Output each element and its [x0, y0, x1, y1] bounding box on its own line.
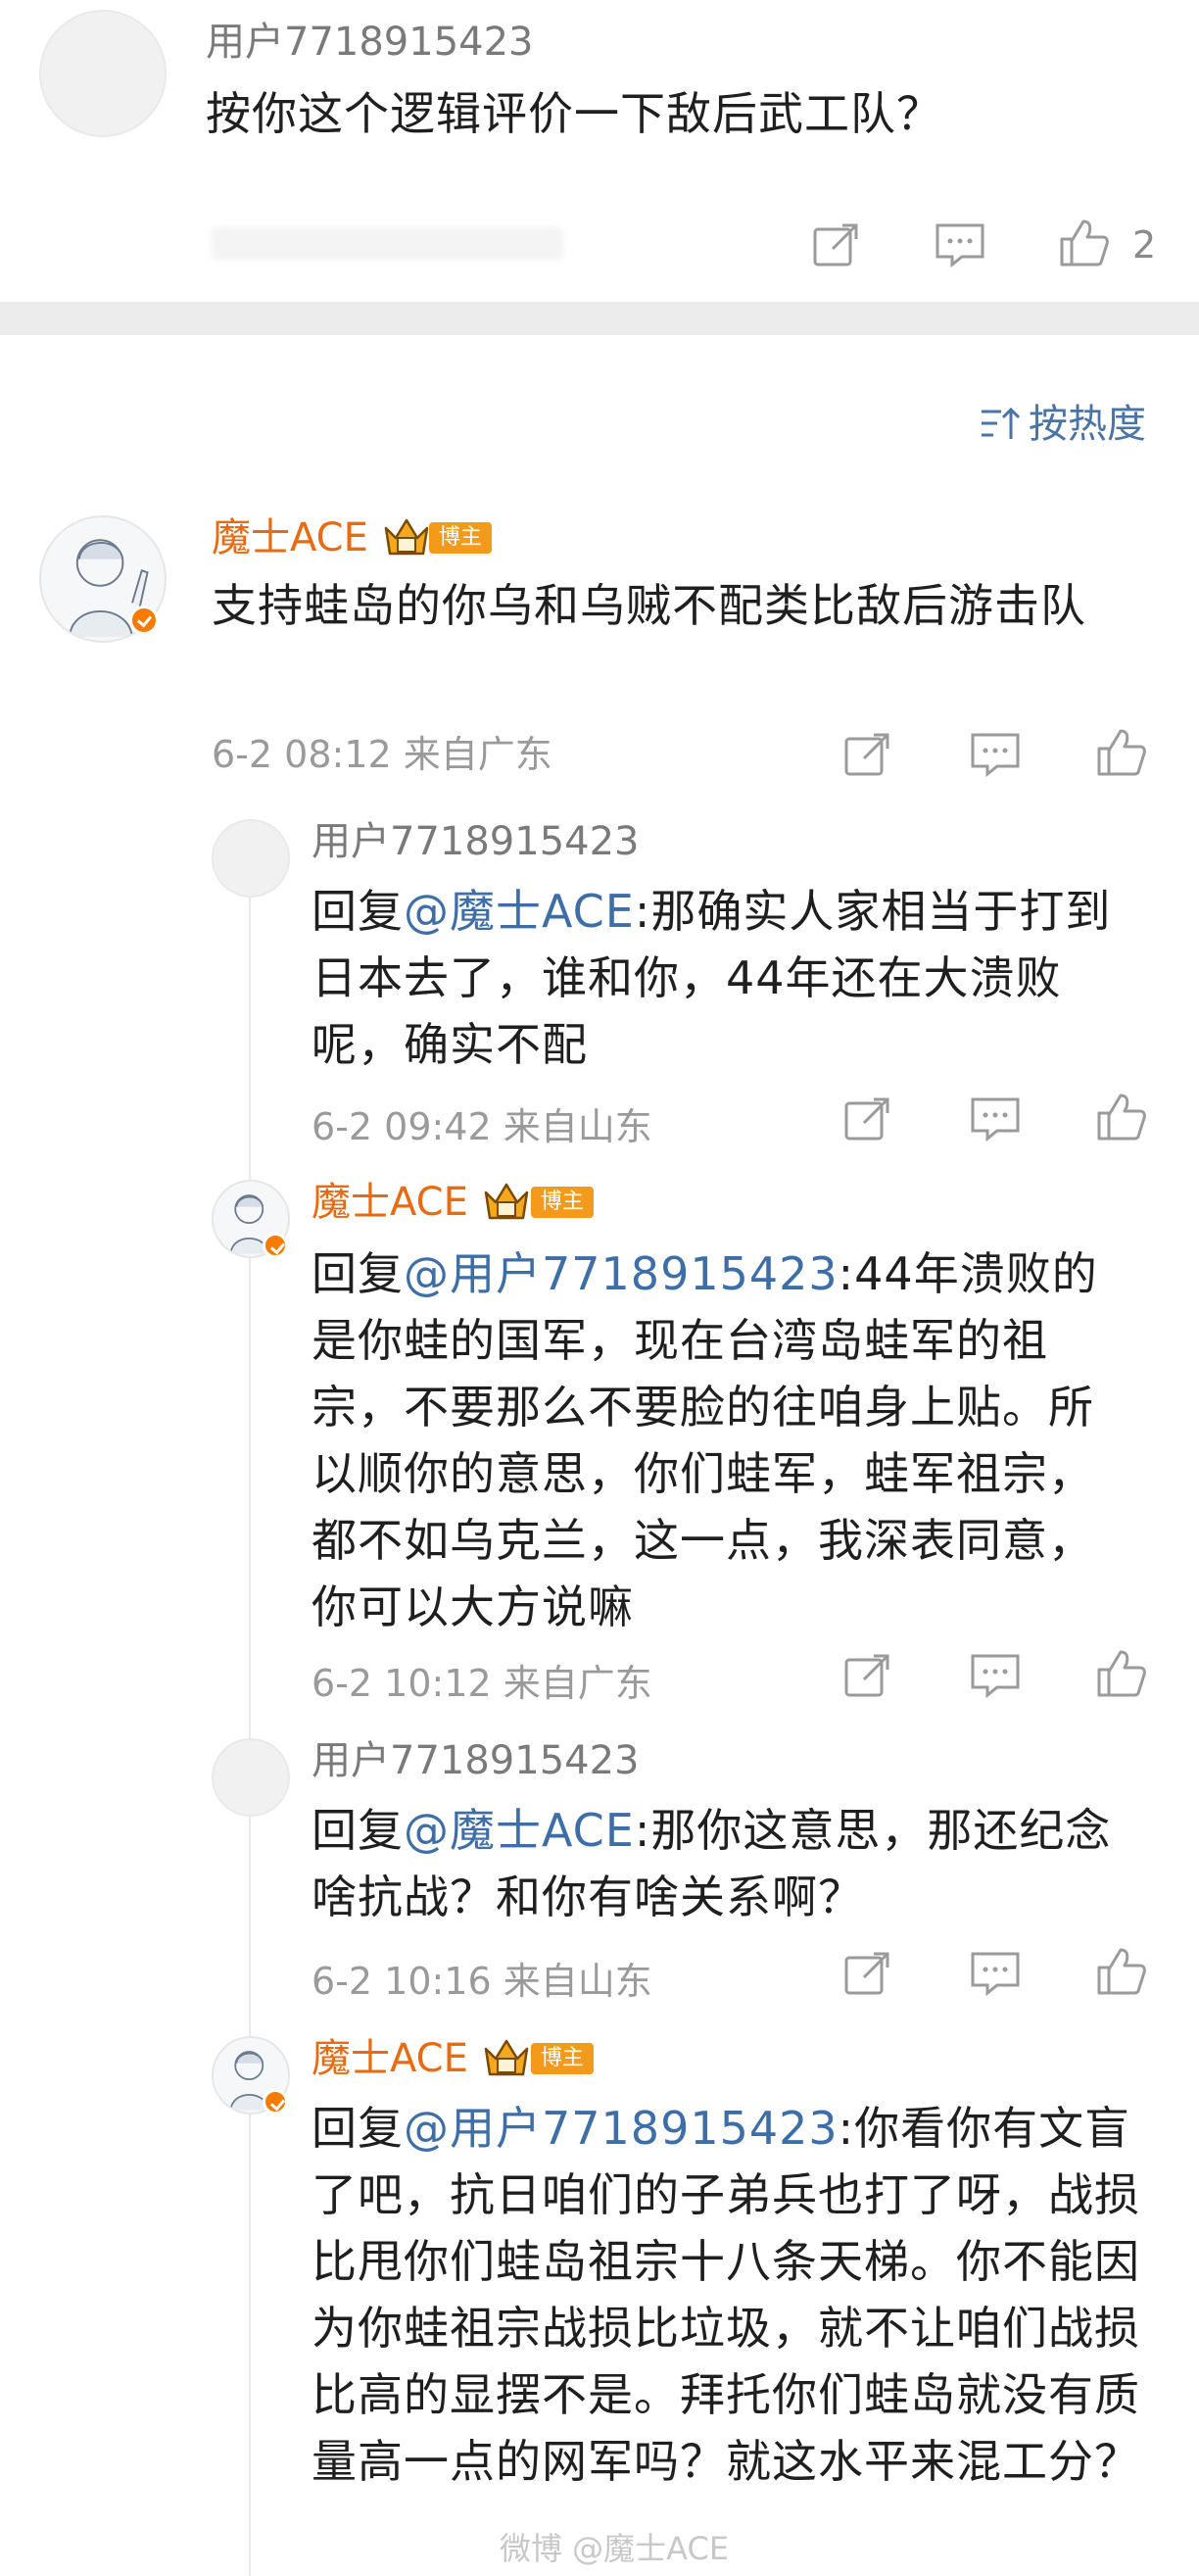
section-divider: [0, 302, 1199, 335]
like-icon[interactable]: [1056, 216, 1111, 270]
like-count: 2: [1132, 223, 1157, 267]
comment-icon[interactable]: [968, 1092, 1023, 1146]
like-icon[interactable]: [1093, 1090, 1148, 1144]
comment-header: 魔士ACE 博主: [212, 515, 492, 560]
reply-username[interactable]: 用户7718915423: [312, 819, 640, 864]
reply-header: 魔士ACE 博主: [312, 1180, 594, 1225]
reply-meta: 6-2 10:16 来自山东: [312, 1960, 652, 2003]
comment-text: 按你这个逻辑评价一下敌后武工队？: [206, 87, 942, 140]
share-icon[interactable]: [840, 1092, 895, 1146]
blogger-badge: 博主: [428, 522, 492, 554]
sort-by-heat-button[interactable]: 按热度: [980, 400, 1146, 449]
reply-header: 魔士ACE 博主: [312, 2036, 594, 2081]
sort-label: 按热度: [1029, 402, 1146, 447]
avatar[interactable]: [212, 819, 290, 898]
reply-username[interactable]: 用户7718915423: [312, 1738, 640, 1783]
comment-username[interactable]: 魔士ACE: [212, 515, 368, 560]
avatar[interactable]: [212, 1738, 290, 1817]
blurred-meta: [211, 227, 563, 261]
reply-meta: 6-2 09:42 来自山东: [312, 1105, 652, 1148]
mention-link[interactable]: @魔士ACE: [404, 885, 635, 938]
mention-link[interactable]: @用户7718915423: [404, 1247, 839, 1300]
share-icon[interactable]: [809, 218, 864, 272]
reply-username[interactable]: 魔士ACE: [312, 2036, 468, 2081]
share-icon[interactable]: [840, 727, 895, 782]
mention-link[interactable]: @魔士ACE: [404, 1804, 635, 1857]
share-icon[interactable]: [840, 1648, 895, 1703]
comment-icon[interactable]: [968, 1648, 1023, 1703]
like-icon[interactable]: [1093, 1646, 1148, 1701]
verified-badge-icon: [263, 2089, 288, 2114]
comment-icon[interactable]: [968, 727, 1023, 782]
reply-text: 回复@魔士ACE:那确实人家相当于打到日本去了，谁和你，44年还在大溃败呢，确实…: [312, 885, 1112, 1071]
like-icon[interactable]: [1093, 725, 1148, 780]
blogger-badge: 博主: [530, 1187, 594, 1218]
sort-icon: [980, 404, 1021, 445]
verified-badge-icon: [129, 606, 159, 635]
comment-meta: 6-2 08:12 来自广东: [212, 733, 552, 776]
reply-text: 回复@用户7718915423:你看你有文盲了吧，抗日咱们的子弟兵也打了呀，战损…: [312, 2102, 1140, 2488]
watermark: 微博 @魔士ACE: [500, 2530, 730, 2567]
crown-icon: [482, 2037, 531, 2080]
avatar[interactable]: [39, 10, 167, 137]
reply-username[interactable]: 魔士ACE: [312, 1180, 468, 1225]
comment-text: 支持蛙岛的你乌和乌贼不配类比敌后游击队: [212, 579, 1086, 632]
like-icon[interactable]: [1093, 1944, 1148, 1999]
comment-icon[interactable]: [968, 1946, 1023, 2001]
thread-line: [249, 819, 251, 2576]
share-icon[interactable]: [840, 1946, 895, 2001]
blogger-badge: 博主: [530, 2043, 594, 2074]
crown-icon: [482, 1181, 531, 1224]
verified-badge-icon: [263, 1233, 288, 1258]
reply-meta: 6-2 10:12 来自广东: [312, 1662, 652, 1705]
reply-text: 回复@魔士ACE:那你这意思，那还纪念啥抗战？和你有啥关系啊？: [312, 1804, 1112, 1923]
crown-icon: [382, 516, 431, 559]
comment-icon[interactable]: [933, 218, 987, 272]
mention-link[interactable]: @用户7718915423: [404, 2102, 839, 2155]
comment-username[interactable]: 用户7718915423: [206, 20, 534, 65]
reply-text: 回复@用户7718915423:44年溃败的是你蛙的国军，现在台湾岛蛙军的祖宗，…: [312, 1247, 1098, 1633]
